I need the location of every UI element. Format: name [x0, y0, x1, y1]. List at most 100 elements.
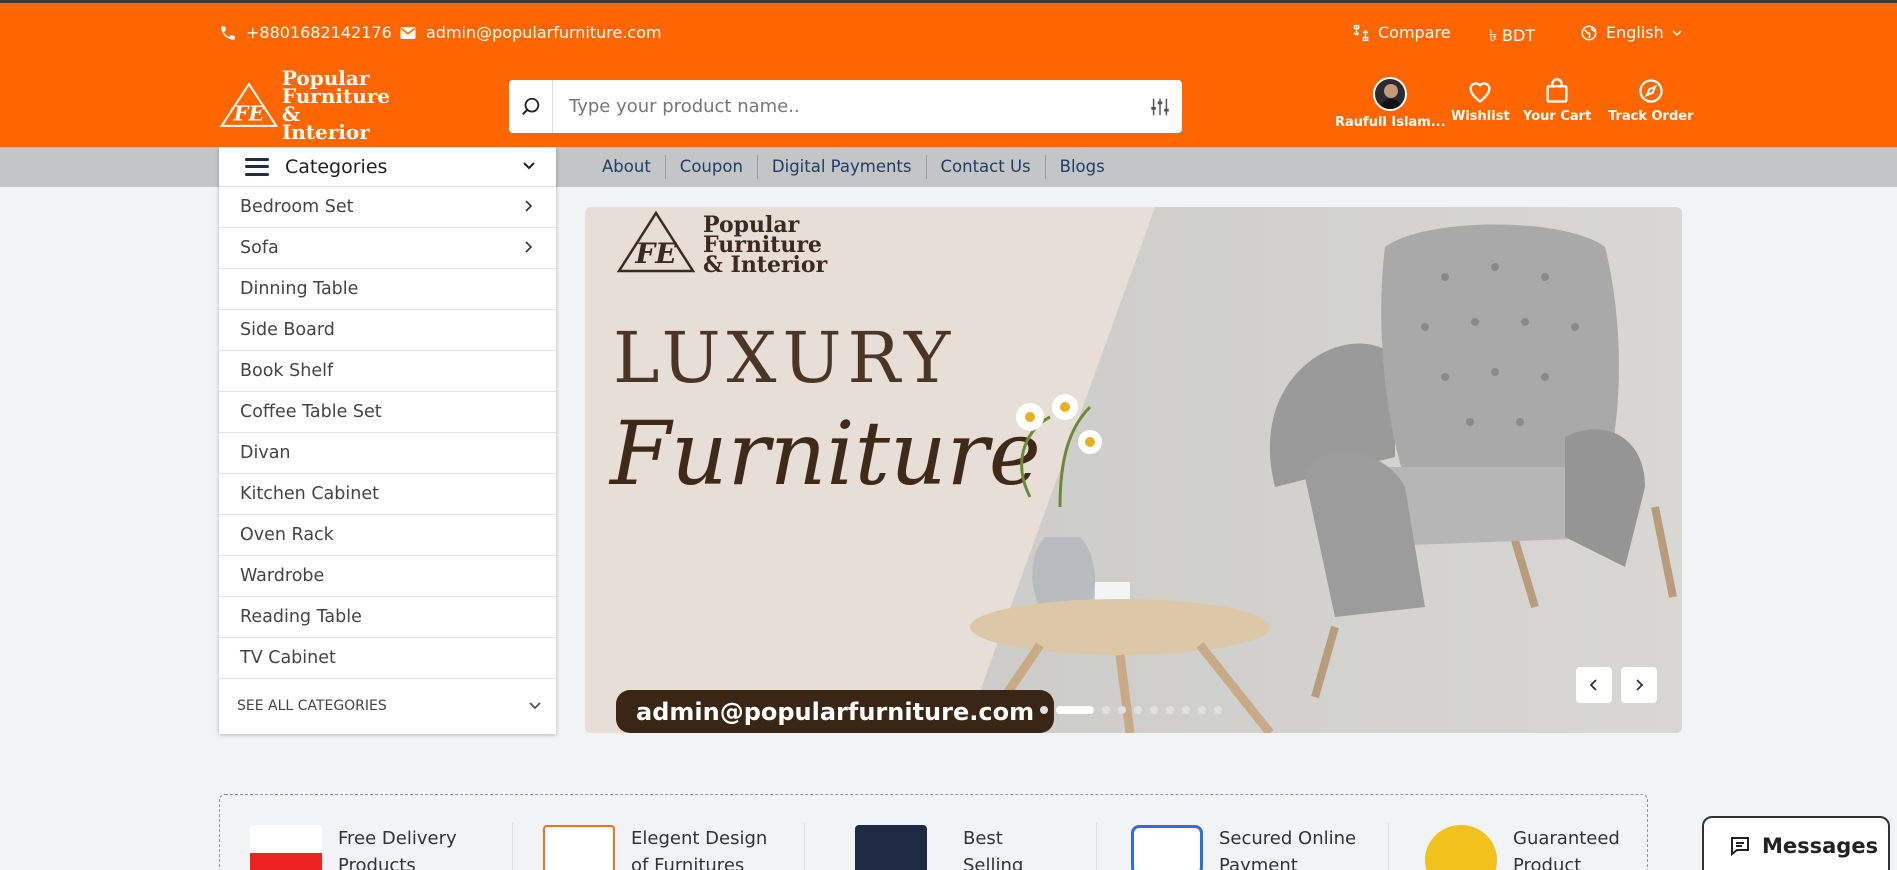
- category-item[interactable]: Kitchen Cabinet: [219, 474, 556, 515]
- slider-dot[interactable]: [1040, 706, 1048, 714]
- see-all-categories[interactable]: SEE ALL CATEGORIES: [219, 678, 556, 734]
- category-label: TV Cabinet: [240, 648, 336, 668]
- chat-icon: [1731, 837, 1749, 857]
- category-item[interactable]: Wardrobe: [219, 556, 556, 597]
- main-nav: About Coupon Digital Payments Contact Us…: [588, 147, 1119, 187]
- slider-dot[interactable]: [1150, 706, 1158, 714]
- category-item[interactable]: Reading Table: [219, 597, 556, 638]
- category-label: Kitchen Cabinet: [240, 484, 379, 504]
- logo-line-3: & Interior: [281, 102, 370, 144]
- feature-text: Elegent Design of Furnitures: [631, 828, 768, 870]
- feature-text: Free Delivery Products: [338, 828, 457, 870]
- search-bar: [509, 80, 1182, 133]
- phone-number: +8801682142176: [246, 23, 392, 42]
- slider-dot[interactable]: [1134, 706, 1142, 714]
- nav-about[interactable]: About: [588, 155, 665, 179]
- user-account[interactable]: Raufull Islam...: [1335, 77, 1446, 130]
- category-label: Wardrobe: [240, 566, 325, 586]
- category-item[interactable]: Book Shelf: [219, 351, 556, 392]
- logo-mark-text: FE: [233, 100, 266, 125]
- site-logo[interactable]: FE Popular Furniture & Interior: [220, 68, 390, 142]
- compare-link[interactable]: Compare: [1352, 23, 1451, 42]
- slider-prev-button[interactable]: [1576, 667, 1612, 703]
- wishlist-link[interactable]: Wishlist: [1451, 77, 1510, 124]
- chevron-down-icon: [523, 162, 535, 170]
- menu-icon: [245, 157, 269, 176]
- best-badge-icon: [855, 825, 927, 870]
- category-item[interactable]: Side Board: [219, 310, 556, 351]
- logo-text: Popular Furniture & Interior: [281, 68, 390, 144]
- search-icon[interactable]: [509, 80, 553, 133]
- category-label: Side Board: [240, 320, 335, 340]
- category-item[interactable]: Divan: [219, 433, 556, 474]
- category-item[interactable]: Dinning Table: [219, 269, 556, 310]
- email-address: admin@popularfurniture.com: [426, 23, 662, 42]
- wishlist-label: Wishlist: [1451, 109, 1510, 124]
- category-label: Coffee Table Set: [240, 402, 382, 422]
- category-sidebar: Categories Bedroom Set Sofa Dinning Table S…: [219, 147, 556, 734]
- currency-selector[interactable]: ৳ BDT: [1489, 23, 1535, 50]
- feature-divider: [804, 823, 805, 870]
- quality-seal-icon: [1425, 825, 1497, 870]
- messages-button[interactable]: Messages: [1702, 816, 1890, 870]
- category-item[interactable]: Bedroom Set: [219, 187, 556, 228]
- category-item[interactable]: Sofa: [219, 228, 556, 269]
- category-item[interactable]: TV Cabinet: [219, 638, 556, 679]
- chevron-right-icon: [525, 241, 533, 253]
- category-list: Bedroom Set Sofa Dinning Table Side Board Bo…: [219, 187, 556, 679]
- feature-secure-payment: Secured Online Payment: [1131, 825, 1369, 870]
- language-label: English: [1606, 23, 1664, 42]
- category-label: Sofa: [240, 238, 279, 258]
- hero-banner[interactable]: FE Popular Furniture & Interior LUXURY F…: [585, 207, 1682, 733]
- email-contact[interactable]: admin@popularfurniture.com: [399, 23, 662, 42]
- chevron-down-icon: [529, 702, 541, 710]
- category-item[interactable]: Oven Rack: [219, 515, 556, 556]
- search-input[interactable]: [553, 96, 1138, 117]
- slider-dot[interactable]: [1214, 706, 1222, 714]
- categories-toggle[interactable]: Categories: [219, 147, 556, 187]
- language-selector[interactable]: English: [1580, 23, 1682, 42]
- feature-text: Secured Online Payment: [1219, 828, 1357, 870]
- cart-label: Your Cart: [1523, 109, 1592, 124]
- slider-next-button[interactable]: [1621, 667, 1657, 703]
- track-order-label: Track Order: [1608, 109, 1694, 124]
- compass-icon: [1639, 79, 1663, 103]
- filter-icon[interactable]: [1138, 96, 1182, 118]
- slider-dot[interactable]: [1118, 706, 1126, 714]
- nav-digital-payments[interactable]: Digital Payments: [756, 155, 926, 179]
- user-name: Raufull Islam...: [1335, 115, 1446, 130]
- category-label: Reading Table: [240, 607, 362, 627]
- heart-icon: [1469, 82, 1491, 103]
- logo-mark-icon: FE: [220, 82, 278, 127]
- free-delivery-icon: [250, 825, 322, 870]
- track-order-link[interactable]: Track Order: [1608, 77, 1694, 124]
- nav-coupon[interactable]: Coupon: [664, 155, 757, 179]
- see-all-label: SEE ALL CATEGORIES: [237, 698, 387, 714]
- category-label: Divan: [240, 443, 291, 463]
- features-strip: Free Delivery Products Elegent Design of F…: [219, 794, 1648, 870]
- feature-divider: [1096, 823, 1097, 870]
- slider-dot[interactable]: [1056, 706, 1094, 714]
- category-label: Oven Rack: [240, 525, 334, 545]
- chevron-left-icon: [1589, 679, 1597, 691]
- nav-contact-us[interactable]: Contact Us: [925, 155, 1045, 179]
- feature-free-delivery: Free Delivery Products: [250, 825, 488, 870]
- shopping-bag-icon: [1546, 78, 1568, 103]
- category-label: Bedroom Set: [240, 197, 354, 217]
- nav-blogs[interactable]: Blogs: [1044, 155, 1119, 179]
- slider-dot[interactable]: [1182, 706, 1190, 714]
- compare-label: Compare: [1378, 23, 1451, 42]
- slider-dot[interactable]: [1198, 706, 1206, 714]
- globe-icon: [1581, 25, 1597, 40]
- category-item[interactable]: Coffee Table Set: [219, 392, 556, 433]
- mail-icon: [400, 26, 416, 39]
- secure-shield-icon: [1131, 825, 1203, 870]
- chevron-right-icon: [525, 200, 533, 212]
- slider-dot[interactable]: [1102, 706, 1110, 714]
- chevron-down-icon: [1672, 29, 1682, 36]
- cart-link[interactable]: Your Cart: [1523, 77, 1591, 124]
- phone-contact[interactable]: +8801682142176: [219, 23, 392, 42]
- feature-text: Best Selling: [963, 828, 1024, 870]
- slider-dot[interactable]: [1166, 706, 1174, 714]
- side-table-illustration: [970, 394, 1274, 733]
